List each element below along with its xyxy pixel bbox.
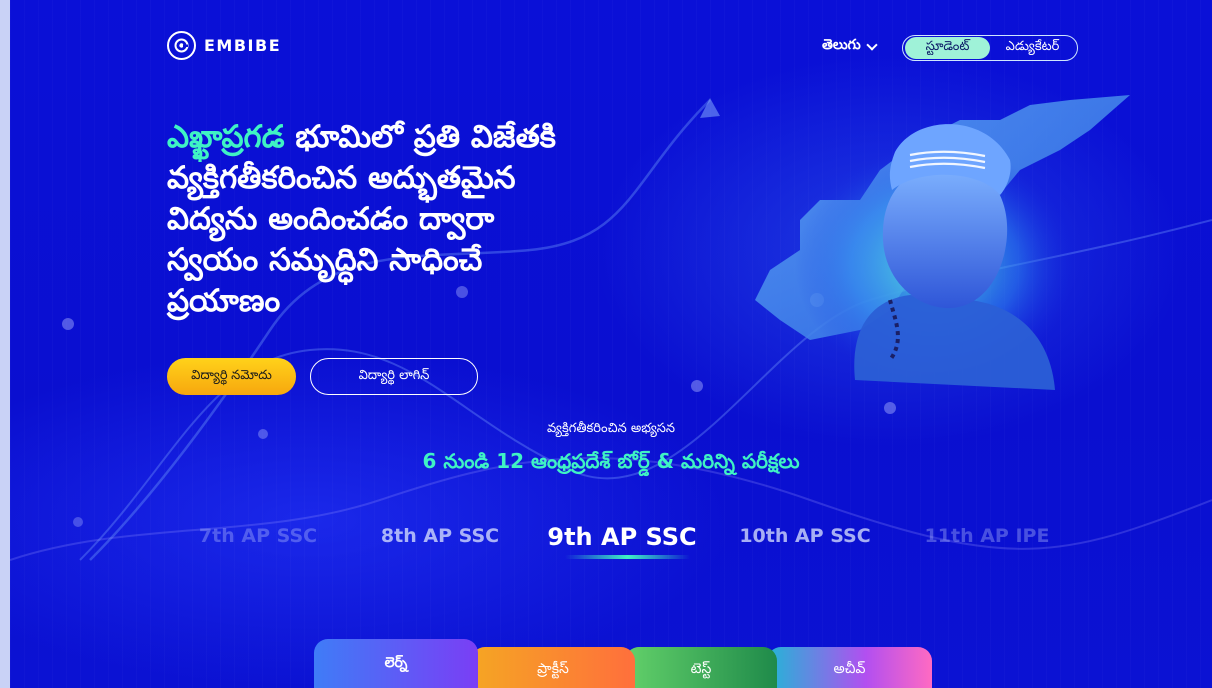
grade-item[interactable]: 11th AP IPE xyxy=(902,525,1072,547)
chevron-down-icon xyxy=(866,38,878,51)
grade-item-selected[interactable]: 9th AP SSC xyxy=(537,523,707,551)
hero-heading: ఎఖ్ఖాప్రగడ భూమిలో ప్రతి విజేతకి వ్యక్తిగ… xyxy=(167,117,667,322)
hero-accent: ఎఖ్ఖాప్రగడ xyxy=(167,119,285,155)
hero-section: EMBIBE తెలుగు స్టూడెంట్ ఎడ్యుకేటర్ ఎఖ్ఖా… xyxy=(10,0,1212,688)
grade-item[interactable]: 7th AP SSC xyxy=(173,525,343,547)
grade-item[interactable]: 8th AP SSC xyxy=(355,525,525,547)
role-toggle[interactable]: స్టూడెంట్ ఎడ్యుకేటర్ xyxy=(902,35,1078,61)
tab-test[interactable]: టెస్ట్ xyxy=(625,647,777,688)
selected-grade-underline xyxy=(565,555,690,559)
tab-practice[interactable]: ప్రాక్టీస్ xyxy=(471,647,635,688)
hero-line-5: ప్రయాణం xyxy=(167,283,281,319)
tab-achieve[interactable]: అచీవ్ xyxy=(767,647,932,688)
toggle-student[interactable]: స్టూడెంట్ xyxy=(905,37,990,59)
hero-line-1: ఎఖ్ఖాప్రగడ భూమిలో ప్రతి విజేతకి xyxy=(167,117,667,158)
toggle-educator[interactable]: ఎడ్యుకేటర్ xyxy=(990,37,1075,59)
student-register-button[interactable]: విద్యార్థి నమోదు xyxy=(167,358,296,395)
background-decoration xyxy=(10,95,1212,561)
brand-name: EMBIBE xyxy=(204,36,282,55)
hero-line-3: విద్యను అందించడం ద్వారా xyxy=(167,201,495,237)
embibe-logo[interactable]: EMBIBE xyxy=(167,31,281,60)
grade-carousel: 7th AP SSC 8th AP SSC 9th AP SSC 10th AP… xyxy=(10,523,1212,565)
exam-coverage-heading: 6 నుండి 12 ఆంధ్రప్రదేశ్ బోర్డ్ & మరిన్ని… xyxy=(422,449,800,473)
grade-item[interactable]: 10th AP SSC xyxy=(720,525,890,547)
tab-learn[interactable]: లెర్న్ xyxy=(314,639,478,688)
hero-line-1-rest: భూమిలో ప్రతి విజేతకి xyxy=(284,119,556,155)
language-selector[interactable]: తెలుగు xyxy=(822,37,878,56)
student-login-button[interactable]: విద్యార్థి లాగిన్ xyxy=(310,358,478,395)
language-label: తెలుగు xyxy=(822,37,861,53)
personalized-learning-label: వ్యక్తిగతీకరించిన అభ్యసన xyxy=(546,421,676,436)
hero-line-4: స్వయం సమృద్ధిని సాధించే xyxy=(167,242,483,278)
embibe-logo-icon xyxy=(167,31,196,60)
hero-line-2: వ్యక్తిగతీకరించిన అద్భుతమైన xyxy=(167,160,516,196)
page-left-edge xyxy=(0,0,10,688)
